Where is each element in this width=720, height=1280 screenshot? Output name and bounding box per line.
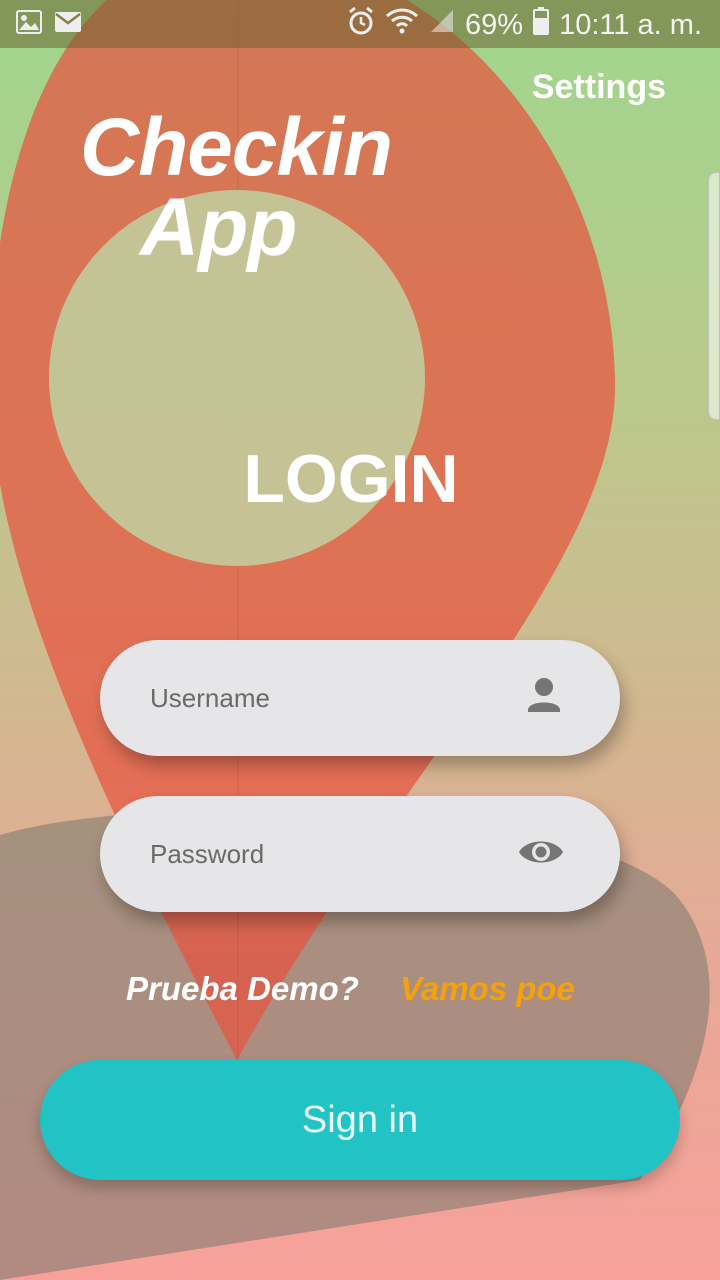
image-icon — [16, 10, 42, 39]
demo-link[interactable]: Vamos poe — [400, 970, 575, 1007]
password-input[interactable] — [148, 830, 492, 878]
app-title-line1: Checkin — [80, 102, 393, 193]
wifi-icon — [385, 7, 419, 43]
app-title-line2: App — [140, 182, 297, 273]
battery-icon — [533, 7, 550, 43]
alarm-icon — [347, 6, 375, 44]
settings-link[interactable]: Settings — [532, 68, 666, 107]
edge-panel-handle[interactable] — [708, 172, 720, 420]
status-bar: 69% 10:11 a. m. — [0, 0, 720, 48]
eye-icon[interactable] — [518, 836, 564, 873]
signal-icon — [429, 8, 455, 42]
demo-question: Prueba Demo? — [126, 970, 359, 1007]
password-field[interactable] — [100, 796, 620, 912]
username-input[interactable] — [148, 674, 492, 722]
mail-icon — [54, 10, 82, 39]
username-field[interactable] — [100, 640, 620, 756]
demo-prompt: Prueba Demo? Vamos poe — [126, 970, 575, 1008]
clock-time: 10:11 a. m. — [559, 8, 702, 41]
app-title: Checkin App — [80, 107, 393, 273]
battery-percent: 69% — [465, 8, 524, 41]
sign-in-button[interactable]: Sign in — [40, 1060, 680, 1180]
login-title: LOGIN — [243, 441, 459, 517]
person-icon — [526, 676, 562, 721]
